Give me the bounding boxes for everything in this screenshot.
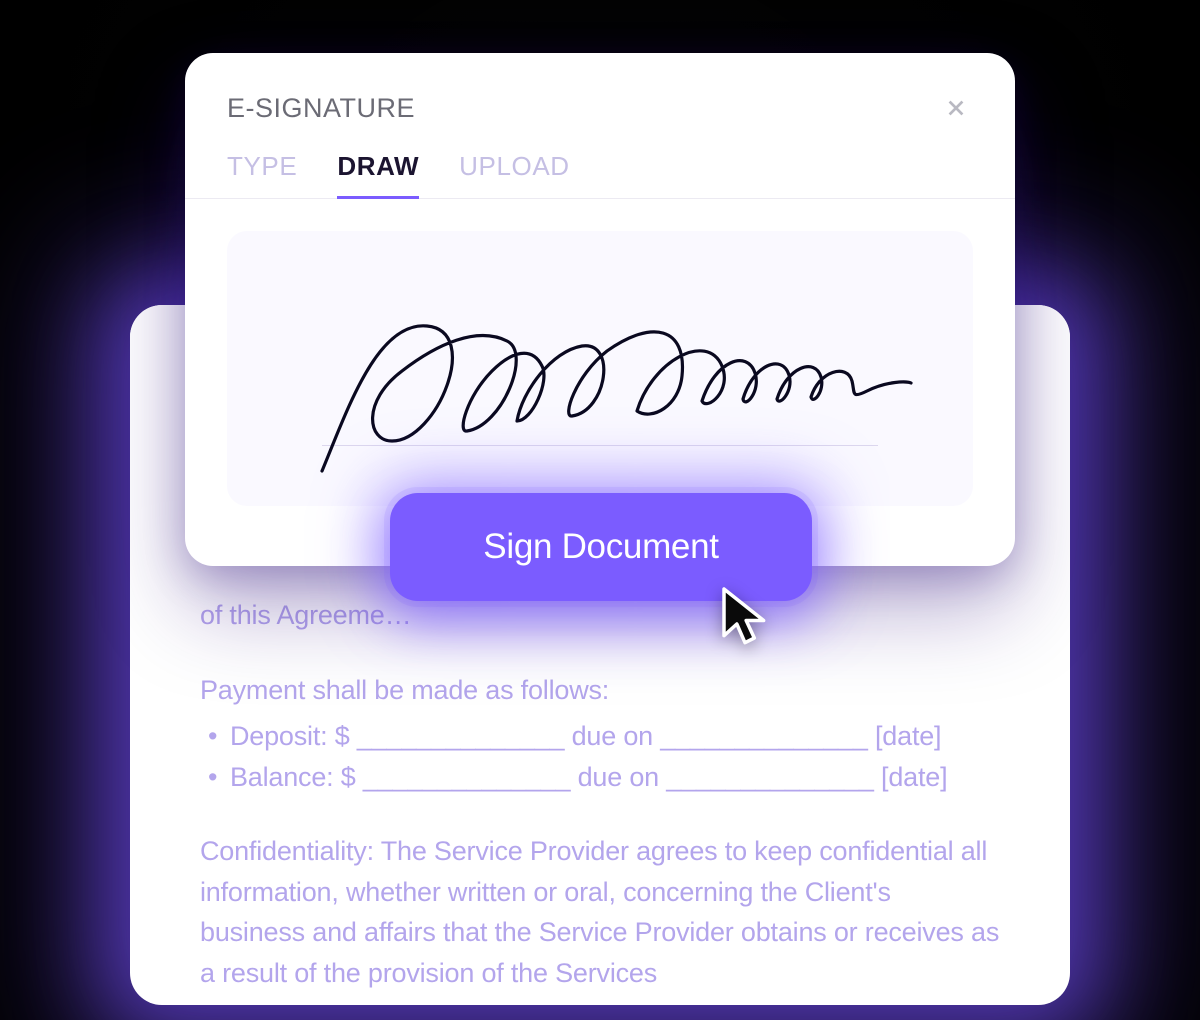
document-confidentiality: Confidentiality: The Service Provider ag… [200, 831, 1000, 993]
signature-draw-area[interactable] [227, 231, 973, 506]
cursor-icon [717, 584, 773, 650]
list-item: Balance: $ ______________ due on _______… [230, 757, 1000, 798]
document-payment-intro: Payment shall be made as follows: [200, 670, 1000, 711]
document-bullets: Deposit: $ ______________ due on _______… [200, 716, 1000, 797]
tab-upload[interactable]: UPLOAD [459, 151, 570, 199]
close-button[interactable] [939, 91, 973, 125]
drawn-signature [307, 291, 927, 491]
tab-type[interactable]: TYPE [227, 151, 297, 199]
sign-button-label: Sign Document [483, 527, 718, 567]
signature-tabs: TYPE DRAW UPLOAD [185, 125, 1015, 199]
list-item: Deposit: $ ______________ due on _______… [230, 716, 1000, 757]
document-truncated-line: of this Agreeme… [200, 595, 1000, 636]
close-icon [945, 106, 967, 123]
tab-draw[interactable]: DRAW [337, 151, 419, 199]
modal-title: E-SIGNATURE [227, 93, 415, 124]
esignature-modal: E-SIGNATURE TYPE DRAW UPLOAD [185, 53, 1015, 566]
